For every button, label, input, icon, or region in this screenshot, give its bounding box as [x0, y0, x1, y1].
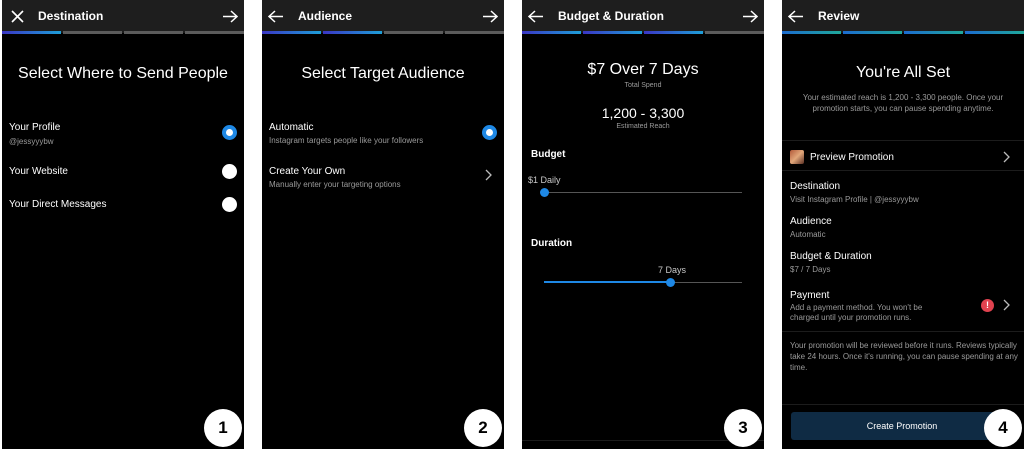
budget-duration-value: $7 / 7 Days	[790, 265, 831, 274]
step-number-badge: 2	[464, 409, 502, 447]
screen-title: Audience	[298, 9, 353, 23]
arrow-right-icon[interactable]	[482, 10, 498, 23]
divider	[782, 140, 1024, 141]
option-direct-messages[interactable]: Your Direct Messages	[9, 199, 106, 210]
screen-title: Budget & Duration	[558, 9, 664, 23]
screen-title: Destination	[38, 9, 104, 23]
page-heading: You're All Set	[855, 64, 951, 81]
budget-slider-track[interactable]	[544, 192, 742, 193]
total-spend-label: Total Spend	[624, 82, 662, 89]
review-screen: Review You're All Set Your estimated rea…	[782, 0, 1024, 449]
duration-label: Duration	[531, 238, 573, 249]
budget-slider-handle[interactable]	[539, 188, 549, 197]
close-icon[interactable]	[11, 10, 24, 23]
arrow-left-icon[interactable]	[528, 10, 544, 23]
payment-label[interactable]: Payment	[790, 290, 829, 301]
option-create-your-own[interactable]: Create Your Own	[269, 166, 345, 177]
budget-duration-label: Budget & Duration	[790, 251, 872, 262]
step-progress	[2, 31, 244, 34]
step-progress	[262, 31, 504, 34]
option-automatic-desc: Instagram targets people like your follo…	[269, 136, 424, 145]
total-spend-value: $7 Over 7 Days	[587, 61, 699, 78]
arrow-left-icon[interactable]	[788, 10, 804, 23]
arrow-left-icon[interactable]	[268, 10, 284, 23]
duration-value: 7 Days	[658, 265, 687, 275]
payment-value: Add a payment method. You won't be charg…	[790, 303, 923, 322]
chevron-right-icon[interactable]	[1003, 151, 1010, 163]
budget-duration-screen: Budget & Duration $7 Over 7 Days Total S…	[522, 0, 764, 449]
budget-value: $1 Daily	[528, 175, 561, 185]
destination-label: Destination	[790, 181, 841, 192]
header-bar: Review	[782, 0, 1024, 33]
create-promotion-button[interactable]: Create Promotion	[791, 412, 1013, 440]
arrow-right-icon[interactable]	[742, 10, 758, 23]
radio-automatic[interactable]	[482, 125, 497, 140]
page-heading: Select Target Audience	[301, 65, 465, 82]
page-heading: Select Where to Send People	[18, 65, 228, 82]
warning-icon: !	[981, 299, 994, 312]
step-number-badge: 3	[724, 409, 762, 447]
step-progress	[522, 31, 764, 34]
estimated-reach-value: 1,200 - 3,300	[601, 105, 685, 121]
option-your-website[interactable]: Your Website	[9, 166, 68, 177]
destination-value: Visit Instagram Profile | @jessyyybw	[790, 195, 919, 204]
option-automatic[interactable]: Automatic	[269, 122, 313, 133]
audience-screen: Audience Select Target Audience Automati…	[262, 0, 504, 449]
review-summary: Your estimated reach is 1,200 - 3,300 pe…	[802, 93, 1004, 113]
chevron-right-icon[interactable]	[1003, 299, 1010, 311]
screen-title: Review	[818, 9, 860, 23]
radio-your-profile[interactable]	[222, 125, 237, 140]
estimated-reach-label: Estimated Reach	[616, 123, 670, 130]
step-progress	[782, 31, 1024, 34]
duration-slider-fill	[544, 281, 671, 283]
header-bar: Destination	[2, 0, 244, 33]
review-notice: Your promotion will be reviewed before i…	[790, 341, 1018, 372]
audience-value: Automatic	[790, 230, 826, 239]
destination-screen: Destination Select Where to Send People …	[2, 0, 244, 449]
option-profile-handle: @jessyyybw	[9, 137, 54, 146]
preview-promotion-link[interactable]: Preview Promotion	[810, 152, 894, 163]
header-bar: Audience	[262, 0, 504, 33]
promotion-thumbnail	[790, 150, 804, 164]
step-number-badge: 1	[204, 409, 242, 447]
radio-direct-messages[interactable]	[222, 197, 237, 212]
chevron-right-icon[interactable]	[485, 169, 492, 181]
header-bar: Budget & Duration	[522, 0, 764, 33]
duration-slider-handle[interactable]	[666, 278, 676, 287]
divider	[782, 331, 1024, 332]
divider	[782, 404, 1024, 405]
budget-label: Budget	[531, 149, 566, 160]
divider	[782, 170, 1024, 171]
audience-label: Audience	[790, 216, 832, 227]
radio-your-website[interactable]	[222, 164, 237, 179]
step-number-badge: 4	[984, 409, 1022, 447]
arrow-right-icon[interactable]	[222, 10, 238, 23]
option-create-your-own-desc: Manually enter your targeting options	[269, 180, 401, 189]
option-your-profile[interactable]: Your Profile	[9, 122, 60, 133]
